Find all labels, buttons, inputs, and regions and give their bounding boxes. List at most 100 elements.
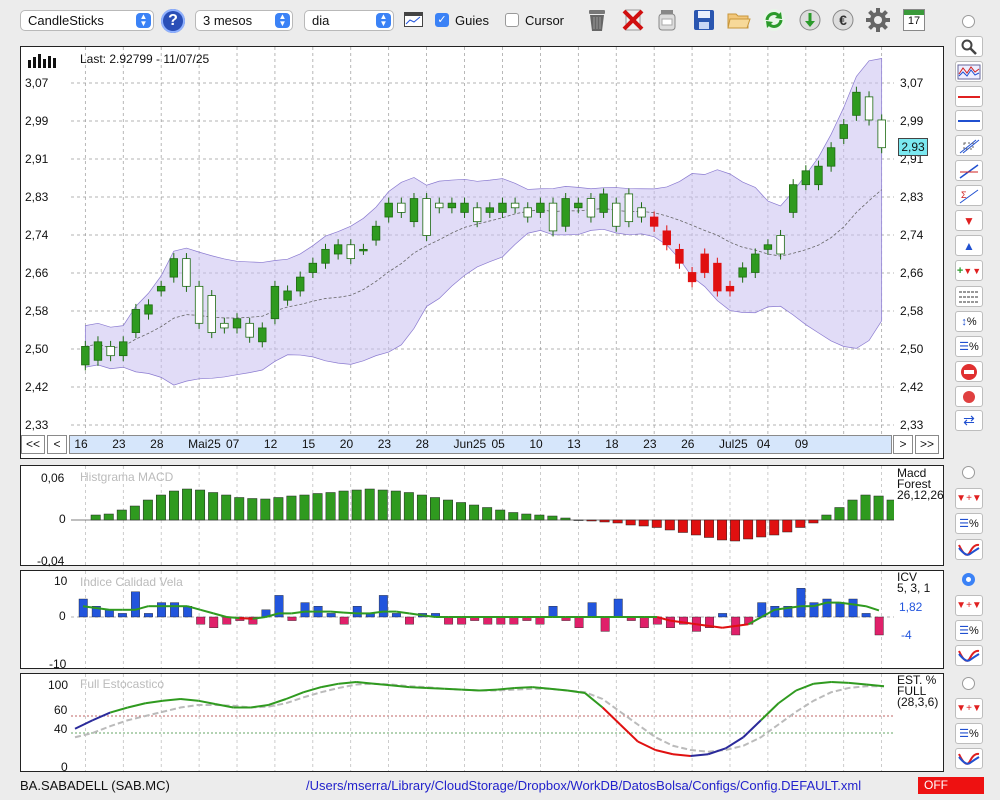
download-icon[interactable] (796, 6, 824, 34)
candle-body (333, 244, 343, 255)
chart-window-icon[interactable] (404, 12, 423, 27)
gear-icon[interactable] (864, 6, 892, 34)
candle-body (245, 322, 254, 338)
date-axis[interactable]: 16 23 28 Mai25 07 12 15 20 23 28 Jun25 05 10 13 18 23 26… (69, 435, 892, 454)
arrow-down-red-icon[interactable]: ▼ (955, 210, 983, 231)
price-panel[interactable]: Last: 2.92799 - 11/07/25 3,07 2,99 2,91 2,8… (20, 46, 944, 459)
icv-average-segment (213, 612, 227, 618)
candle-body (283, 290, 292, 301)
record-icon[interactable] (955, 386, 983, 407)
trendline-icon[interactable] (955, 160, 983, 181)
bands-percent-icon[interactable]: ☰% (955, 620, 983, 641)
config-path-link[interactable]: /Users/mserra/Library/CloudStorage/Dropb… (306, 778, 861, 793)
stochastic-k-segment (655, 749, 674, 756)
candle-body (561, 198, 570, 227)
delete-icon[interactable] (619, 6, 647, 34)
price-tick-right: 2,74 (900, 228, 924, 242)
fibonacci-icon[interactable]: Σ (955, 185, 983, 206)
candle-body (270, 285, 280, 320)
icv-bar (718, 613, 728, 618)
prev-page-button[interactable]: < (47, 435, 67, 454)
candle-body (258, 327, 267, 343)
oscillator-icon[interactable] (955, 645, 983, 666)
bollinger-band (84, 58, 883, 386)
no-entry-icon[interactable] (955, 361, 983, 382)
icv-bar (378, 595, 388, 618)
cursor-checkbox[interactable] (505, 13, 519, 27)
oscillator-icon[interactable] (955, 748, 983, 769)
indicator-chart-icon[interactable] (955, 61, 983, 82)
stoch-panel[interactable]: Full Estocastico 100 60 40 0 EST. % FULL… (20, 673, 944, 774)
price-tick-left: 2,83 (25, 190, 49, 204)
macd-bar (469, 504, 480, 521)
stochastic-k-segment (813, 681, 832, 685)
main-panel-radio[interactable] (962, 15, 975, 28)
candle-body (485, 207, 495, 213)
macd-bar (403, 492, 414, 521)
help-icon[interactable]: ? (161, 9, 185, 33)
calendar-icon[interactable]: 17 (900, 6, 928, 34)
trash-icon[interactable] (583, 6, 611, 34)
date-tick-label: 18 (605, 437, 619, 451)
price-tick-right: 3,07 (900, 76, 924, 90)
refresh-icon[interactable] (760, 6, 788, 34)
macd-bar (730, 519, 741, 542)
candle-body (637, 207, 646, 218)
stochastic-k-segment (760, 702, 780, 721)
macd-bar (142, 499, 153, 521)
buy-sell-arrows-icon[interactable]: ▼+▼ (955, 488, 983, 509)
date-tick-label: 28 (150, 437, 164, 451)
icv-bar (300, 602, 310, 618)
svg-text:€: € (839, 12, 847, 28)
date-tick-label: 23 (643, 437, 657, 451)
period-select[interactable]: 3 mesos ▲ ▼ (195, 10, 293, 31)
channel-icon[interactable] (955, 135, 983, 156)
icv-bar (848, 598, 858, 618)
interval-select[interactable]: dia ▲ ▼ (304, 10, 394, 31)
buy-sell-arrows-icon[interactable]: ▼+▼ (955, 698, 983, 719)
chart-type-select[interactable]: CandleSticks ▲ ▼ (20, 10, 154, 31)
buy-sell-icon[interactable]: + ▼▼ (955, 260, 983, 281)
last-page-button[interactable]: >> (915, 435, 939, 454)
icv-panel-radio-selected[interactable] (962, 573, 975, 586)
candle-body (194, 285, 204, 324)
date-tick-label: Jun25 (453, 437, 487, 451)
next-page-button[interactable]: > (893, 435, 913, 454)
icv-bar (587, 602, 597, 618)
macd-bar (586, 519, 597, 522)
stoch-title: Full Estocastico (80, 677, 165, 691)
bands-percent-icon[interactable]: ☰% (955, 513, 983, 534)
zoom-icon[interactable] (955, 36, 983, 57)
stoch-panel-radio[interactable] (962, 677, 975, 690)
red-line-icon[interactable] (955, 86, 983, 107)
save-icon[interactable] (690, 6, 718, 34)
folder-icon[interactable] (725, 6, 753, 34)
swap-icon[interactable]: ⇄ (955, 410, 983, 431)
buy-sell-arrows-icon[interactable]: ▼+▼ (955, 595, 983, 616)
jar-icon[interactable] (653, 6, 681, 34)
candle-body (713, 262, 722, 292)
stoch-legend-3: (28,3,6) (897, 695, 939, 709)
euro-icon[interactable]: € (829, 6, 857, 34)
scale-percent-icon[interactable]: ↕% (955, 311, 983, 332)
icv-bar (535, 616, 545, 625)
date-tick-label: 26 (681, 437, 695, 451)
off-status-badge[interactable]: OFF (918, 777, 984, 794)
arrow-up-blue-icon[interactable]: ▲ (955, 235, 983, 256)
first-page-button[interactable]: << (21, 435, 45, 454)
date-tick-label: 16 (74, 437, 88, 451)
oscillator-icon[interactable] (955, 539, 983, 560)
bands-percent-icon[interactable]: ☰% (955, 336, 983, 357)
bands-percent-icon[interactable]: ☰% (955, 723, 983, 744)
price-tick-right: 2,83 (900, 190, 924, 204)
stochastic-k-segment (444, 687, 462, 691)
blue-line-icon[interactable] (955, 110, 983, 131)
guides-checkbox[interactable]: ✓ (435, 13, 449, 27)
macd-panel[interactable]: Histgrama MACD 0,06 0 -0,04 Macd Forest … (20, 465, 944, 568)
chevron-updown-icon: ▲ ▼ (275, 13, 290, 28)
date-tick-label: 15 (301, 437, 316, 451)
lines-icon[interactable] (955, 286, 983, 307)
macd-title: Histgrama MACD (80, 470, 174, 484)
macd-panel-radio[interactable] (962, 466, 975, 479)
icv-panel[interactable]: Indice Calidad Vela 10 0 -10 ICV 5, 3, 1… (20, 570, 944, 671)
